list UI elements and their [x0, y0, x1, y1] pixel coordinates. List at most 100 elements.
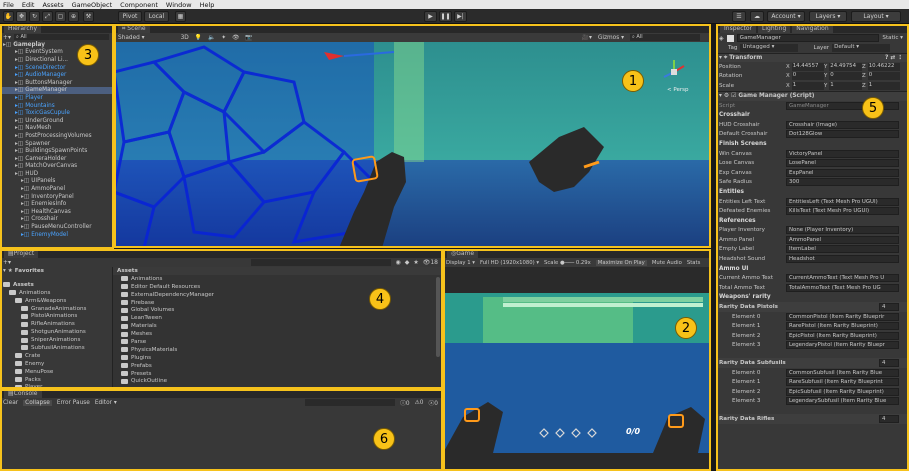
scene-camera-icon[interactable]: 📷	[245, 35, 252, 41]
hierarchy-item[interactable]: ▸◫ SceneDirector	[0, 64, 113, 72]
hierarchy-item[interactable]: ▸◫ UnderGround	[0, 117, 113, 125]
stats-toggle[interactable]: Stats	[687, 260, 701, 266]
object-field[interactable]: AmmoPanel	[786, 235, 899, 244]
rotate-tool-icon[interactable]: ↻	[29, 11, 40, 22]
array-size-field[interactable]: 4	[879, 303, 899, 312]
project-tree-item[interactable]: RifleAnimations	[0, 320, 110, 328]
favorite-filter-icon[interactable]: ★	[413, 259, 418, 266]
component-menu-icon[interactable]: ? ⇄ ⋮	[885, 55, 903, 61]
project-tree-item[interactable]: Enemy	[0, 360, 110, 368]
hierarchy-item[interactable]: ▸◫ Mountains	[0, 102, 113, 110]
tab-hierarchy[interactable]: Hierarchy	[4, 24, 42, 33]
transform-scale-y-field[interactable]: Y1	[824, 81, 862, 90]
hierarchy-item[interactable]: ▸◫ BuildingsSpawnPoints	[0, 147, 113, 155]
hierarchy-item[interactable]: ▸◫ Player	[0, 94, 113, 102]
object-field[interactable]: CommonSubfusil (Item Rarity Blue	[786, 368, 899, 377]
warning-count[interactable]: ⚠0	[415, 400, 424, 406]
asset-folder-item[interactable]: Meshes	[113, 330, 442, 338]
display-dropdown[interactable]: Display 1 ▾	[446, 260, 475, 266]
transform-rotation-y-field[interactable]: Y0	[824, 72, 862, 81]
collab-icon[interactable]: ☰	[732, 11, 746, 22]
menu-item-assets[interactable]: Assets	[42, 1, 63, 9]
object-field[interactable]: Crosshair (Image)	[786, 120, 899, 129]
asset-folder-item[interactable]: ExternalDependencyManager	[113, 291, 442, 299]
assets-scrollbar[interactable]	[436, 277, 440, 357]
tab-console[interactable]: ▤ Console	[4, 389, 42, 398]
array-size-field[interactable]: 4	[879, 414, 899, 423]
project-tree-item[interactable]: GranadeAnimations	[0, 305, 110, 313]
account-dropdown[interactable]: Account ▾	[767, 11, 805, 22]
hierarchy-item[interactable]: ▸◫ UIPanels	[0, 178, 113, 186]
hierarchy-item[interactable]: ▸◫ EnemyModel	[0, 231, 113, 239]
object-name-field[interactable]: GameManager	[736, 34, 880, 42]
tab-project[interactable]: ▤ Project	[4, 249, 39, 258]
hierarchy-item[interactable]: ▸◫ AmmoPanel	[0, 185, 113, 193]
object-field[interactable]: EntitiesLeft (Text Mesh Pro UGUI)	[786, 197, 899, 206]
effects-icon[interactable]: ✦	[221, 35, 226, 41]
rect-tool-icon[interactable]: ▢	[55, 11, 66, 22]
object-field[interactable]: RareSubfusil (Item Rarity Blueprint	[786, 378, 899, 387]
hierarchy-item[interactable]: ▸◫ PauseMenuController	[0, 223, 113, 231]
add-icon[interactable]: +▾	[3, 34, 11, 41]
object-field[interactable]: CommonPistol (Item Rarity Blueprir	[786, 312, 899, 321]
project-tree-item[interactable]: Crate	[0, 352, 110, 360]
hierarchy-item[interactable]: ▸◫ ToxicGasCupule	[0, 109, 113, 117]
project-add-icon[interactable]: +▾	[3, 259, 11, 266]
transform-scale-z-field[interactable]: Z1	[862, 81, 900, 90]
project-search-input[interactable]	[251, 259, 392, 266]
object-field[interactable]: EpicPistol (Item Rarity Blueprint)	[786, 331, 899, 340]
menu-item-gameobject[interactable]: GameObject	[72, 1, 113, 9]
project-tree-item[interactable]: Animations	[0, 289, 110, 297]
object-field[interactable]: ItemLabel	[786, 245, 899, 254]
project-tree-item[interactable]: SubfusilAnimations	[0, 344, 110, 352]
transform-rotation-x-field[interactable]: X0	[786, 72, 824, 81]
audio-toggle-icon[interactable]: 🔈	[208, 35, 215, 41]
move-tool-icon[interactable]: ✥	[16, 11, 27, 22]
filter-type-icon[interactable]: ◉	[395, 259, 400, 266]
asset-folder-item[interactable]: QuickOutline	[113, 377, 442, 385]
object-field[interactable]: VictoryPanel	[786, 149, 899, 158]
hierarchy-item[interactable]: ▸◫ ButtonsManager	[0, 79, 113, 87]
transform-tool-icon[interactable]: ⊕	[68, 11, 79, 22]
shading-dropdown[interactable]: Shaded ▾	[118, 35, 145, 41]
console-search-input[interactable]	[305, 399, 396, 406]
resolution-dropdown[interactable]: Full HD (1920x1080) ▾	[480, 260, 539, 266]
tab-inspector[interactable]: Inspector	[720, 24, 756, 33]
active-checkbox[interactable]	[726, 34, 734, 42]
hierarchy-item[interactable]: ▸◫ MatchOverCanvas	[0, 163, 113, 171]
object-field[interactable]: CurrentAmmoText (Text Mesh Pro U	[786, 274, 899, 283]
menu-item-file[interactable]: File	[3, 1, 14, 9]
layers-dropdown[interactable]: Layers ▾	[809, 11, 847, 22]
hierarchy-item[interactable]: ▸◫ EnemiesInfo	[0, 200, 113, 208]
menu-item-component[interactable]: Component	[120, 1, 158, 9]
asset-folder-item[interactable]: PhysicsMaterials	[113, 346, 442, 354]
hierarchy-search-input[interactable]: ⌕ All	[14, 34, 109, 40]
object-field[interactable]: None (Player Inventory)	[786, 226, 899, 235]
asset-folder-item[interactable]: Plugins	[113, 354, 442, 362]
hand-tool-icon[interactable]: ✋	[3, 11, 14, 22]
hierarchy-item[interactable]: ▸◫ HealthCanvas	[0, 208, 113, 216]
object-field[interactable]: LosePanel	[786, 159, 899, 168]
project-tree-item[interactable]: Assets	[0, 281, 110, 289]
grid-snap-icon[interactable]: ▦	[175, 11, 186, 22]
step-button[interactable]: ▶|	[454, 11, 467, 22]
collapse-button[interactable]: Collapse	[23, 399, 52, 406]
hierarchy-item[interactable]: ▸◫ NavMesh	[0, 125, 113, 133]
scene-search-input[interactable]: ⌕ All	[630, 34, 700, 41]
camera-settings-icon[interactable]: 🎥▾	[582, 35, 592, 41]
object-field[interactable]: Headshot	[786, 255, 899, 264]
asset-folder-item[interactable]: Prefabs	[113, 362, 442, 370]
asset-folder-item[interactable]: Animations	[113, 275, 442, 283]
transform-position-y-field[interactable]: Y 24.49754	[824, 62, 862, 71]
editor-dropdown[interactable]: Editor ▾	[95, 400, 117, 406]
asset-folder-item[interactable]: Global Volumes	[113, 306, 442, 314]
clear-button[interactable]: Clear	[3, 400, 18, 406]
scale-tool-icon[interactable]: ⤢	[42, 11, 53, 22]
transform-position-z-field[interactable]: Z 10.46222	[862, 62, 900, 71]
transform-header[interactable]: ▾ ⌖ Transform? ⇄ ⋮	[716, 53, 909, 62]
maximize-on-play-toggle[interactable]: Maximize On Play	[595, 259, 647, 266]
hierarchy-item[interactable]: ▸◫ AudioManager	[0, 71, 113, 79]
object-field[interactable]: KillsText (Text Mesh Pro UGUI)	[786, 207, 899, 216]
object-field[interactable]: TotalAmmoText (Text Mesh Pro UG	[786, 283, 899, 292]
object-field[interactable]: RarePistol (Item Rarity Blueprint)	[786, 322, 899, 331]
